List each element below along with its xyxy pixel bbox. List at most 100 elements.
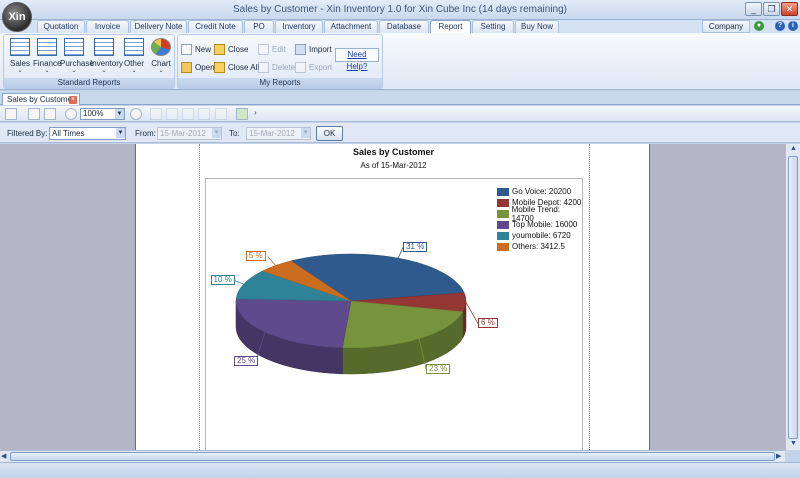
first-page-icon[interactable] xyxy=(150,108,162,120)
filtered-by-label: Filtered By: xyxy=(7,129,48,138)
pie-label-mobile-trend: 23 % xyxy=(426,364,451,375)
scroll-down-icon[interactable]: ▼ xyxy=(790,440,797,447)
chart-report-button[interactable]: Chart ⌄ xyxy=(147,38,175,78)
pie-label-youmobile: 10 % xyxy=(210,274,235,285)
sales-report-button[interactable]: Sales ⌄ xyxy=(6,38,34,78)
delete-icon xyxy=(258,62,269,73)
previous-page-icon[interactable] xyxy=(166,108,178,120)
binoculars-icon[interactable] xyxy=(5,108,17,120)
page-setup-icon[interactable] xyxy=(28,108,40,120)
pie-label-go-voice: 31 % xyxy=(403,242,428,253)
ribbon-tab-strip: Quotation Invoice Delivery Note Credit N… xyxy=(0,20,800,33)
pie-chart: Go Voice: 20200 Mobile Depot: 4200 Mobile … xyxy=(205,178,583,450)
standard-reports-label: Standard Reports xyxy=(4,78,174,88)
ribbon: Sales ⌄ Finance ⌄ Purchase ⌄ Inventory ⌄… xyxy=(0,33,800,90)
app-menu-orb[interactable]: Xin xyxy=(2,2,32,32)
scroll-up-icon[interactable]: ▲ xyxy=(790,145,797,152)
legend-swatch xyxy=(497,231,509,240)
zoom-select[interactable]: 100% ▼ xyxy=(80,108,125,120)
scroll-left-icon[interactable]: ◀ xyxy=(1,452,6,460)
legend-item-youmobile: youmobile: 6720 xyxy=(497,230,582,241)
close-all-button[interactable]: Close All xyxy=(214,61,259,74)
chevron-down-icon: ▼ xyxy=(115,109,124,119)
toolbar-overflow-icon[interactable]: › xyxy=(254,108,262,120)
globe-icon[interactable]: ● xyxy=(754,21,764,31)
export-icon xyxy=(295,62,306,73)
new-report-button[interactable]: New xyxy=(181,43,211,56)
zoom-in-icon[interactable] xyxy=(130,108,142,120)
export-document-icon[interactable] xyxy=(236,108,248,120)
close-tab-icon[interactable]: × xyxy=(69,96,77,104)
delete-report-button[interactable]: Delete xyxy=(258,61,295,74)
horizontal-scrollbar[interactable]: ◀ ▶ xyxy=(0,450,785,462)
restore-button[interactable]: ❐ xyxy=(763,2,780,16)
chart-legend: Go Voice: 20200 Mobile Depot: 4200 Mobile … xyxy=(497,186,582,252)
report-sheet-icon xyxy=(64,38,84,56)
pie-label-top-mobile: 25 % xyxy=(234,355,259,366)
close-all-icon xyxy=(214,62,225,73)
edit-icon xyxy=(258,44,269,55)
status-bar xyxy=(0,462,800,478)
tab-attachment[interactable]: Attachment xyxy=(324,20,378,33)
multi-page-icon[interactable] xyxy=(215,108,227,120)
legend-swatch xyxy=(497,209,509,218)
tab-setting[interactable]: Setting xyxy=(472,20,514,33)
export-report-button[interactable]: Export xyxy=(295,61,332,74)
legend-item-top-mobile: Top Mobile: 16000 xyxy=(497,219,582,230)
close-report-button[interactable]: Close xyxy=(214,43,248,56)
ok-button[interactable]: OK xyxy=(316,126,343,141)
zoom-out-icon[interactable] xyxy=(65,108,77,120)
document-tab-strip: Sales by Customer × xyxy=(0,91,800,105)
report-subtitle: As of 15-Mar-2012 xyxy=(360,161,427,170)
tab-report[interactable]: Report xyxy=(430,20,471,33)
pie-label-others: 5 % xyxy=(245,251,266,262)
legend-label: Others: 3412.5 xyxy=(512,242,565,251)
to-date-picker[interactable]: 15-Mar-2012 ▼ xyxy=(246,127,311,140)
other-report-button[interactable]: Other ⌄ xyxy=(120,38,148,78)
tab-credit-note[interactable]: Credit Note xyxy=(188,20,243,33)
from-label: From: xyxy=(135,129,156,138)
minimize-button[interactable]: _ xyxy=(745,2,762,16)
pie-label-mobile-depot: 6 % xyxy=(477,318,498,329)
tab-po[interactable]: PO xyxy=(244,20,274,33)
help-icon[interactable]: ? xyxy=(775,21,785,31)
report-viewer: Sales by Customer As of 15-Mar-2012 Go V… xyxy=(0,144,785,450)
pie-leader-others xyxy=(267,256,276,266)
tab-buy-now[interactable]: Buy Now xyxy=(515,20,559,33)
company-button[interactable]: Company xyxy=(702,20,750,33)
vertical-scroll-thumb[interactable] xyxy=(788,156,798,439)
inventory-report-button[interactable]: Inventory ⌄ xyxy=(90,38,123,78)
edit-report-button[interactable]: Edit xyxy=(258,43,286,56)
legend-item-others: Others: 3412.5 xyxy=(497,241,582,252)
open-report-button[interactable]: Open xyxy=(181,61,215,74)
vertical-scrollbar[interactable]: ▲ ▼ xyxy=(785,144,800,450)
report-sheet-icon xyxy=(10,38,30,56)
scroll-right-icon[interactable]: ▶ xyxy=(776,452,781,460)
viewer-toolbar: 100% ▼ › xyxy=(0,106,800,122)
need-help-link[interactable]: Need Help? xyxy=(335,48,379,71)
legend-label: youmobile: 6720 xyxy=(512,231,571,240)
info-icon[interactable]: i xyxy=(788,21,798,31)
filtered-by-select[interactable]: All Times ▼ xyxy=(49,127,126,140)
from-date-picker[interactable]: 15-Mar-2012 ▼ xyxy=(157,127,222,140)
new-document-icon xyxy=(181,44,192,55)
tab-delivery-note[interactable]: Delivery Note xyxy=(130,20,187,33)
next-page-icon[interactable] xyxy=(182,108,194,120)
last-page-icon[interactable] xyxy=(198,108,210,120)
document-tab-sales-by-customer[interactable]: Sales by Customer × xyxy=(2,93,80,105)
tab-inventory[interactable]: Inventory xyxy=(275,20,323,33)
finance-report-button[interactable]: Finance ⌄ xyxy=(33,38,61,78)
tab-invoice[interactable]: Invoice xyxy=(86,20,129,33)
close-document-icon xyxy=(214,44,225,55)
tab-database[interactable]: Database xyxy=(379,20,429,33)
chevron-down-icon: ▼ xyxy=(212,128,221,138)
report-sheet-icon xyxy=(94,38,114,56)
print-icon[interactable] xyxy=(44,108,56,120)
import-report-button[interactable]: Import xyxy=(295,43,332,56)
horizontal-scroll-thumb[interactable] xyxy=(10,452,775,461)
purchase-report-button[interactable]: Purchase ⌄ xyxy=(60,38,94,78)
margin-guide xyxy=(199,144,200,450)
close-button[interactable]: ✕ xyxy=(781,2,798,16)
tab-quotation[interactable]: Quotation xyxy=(37,20,85,33)
legend-label: Top Mobile: 16000 xyxy=(512,220,578,229)
